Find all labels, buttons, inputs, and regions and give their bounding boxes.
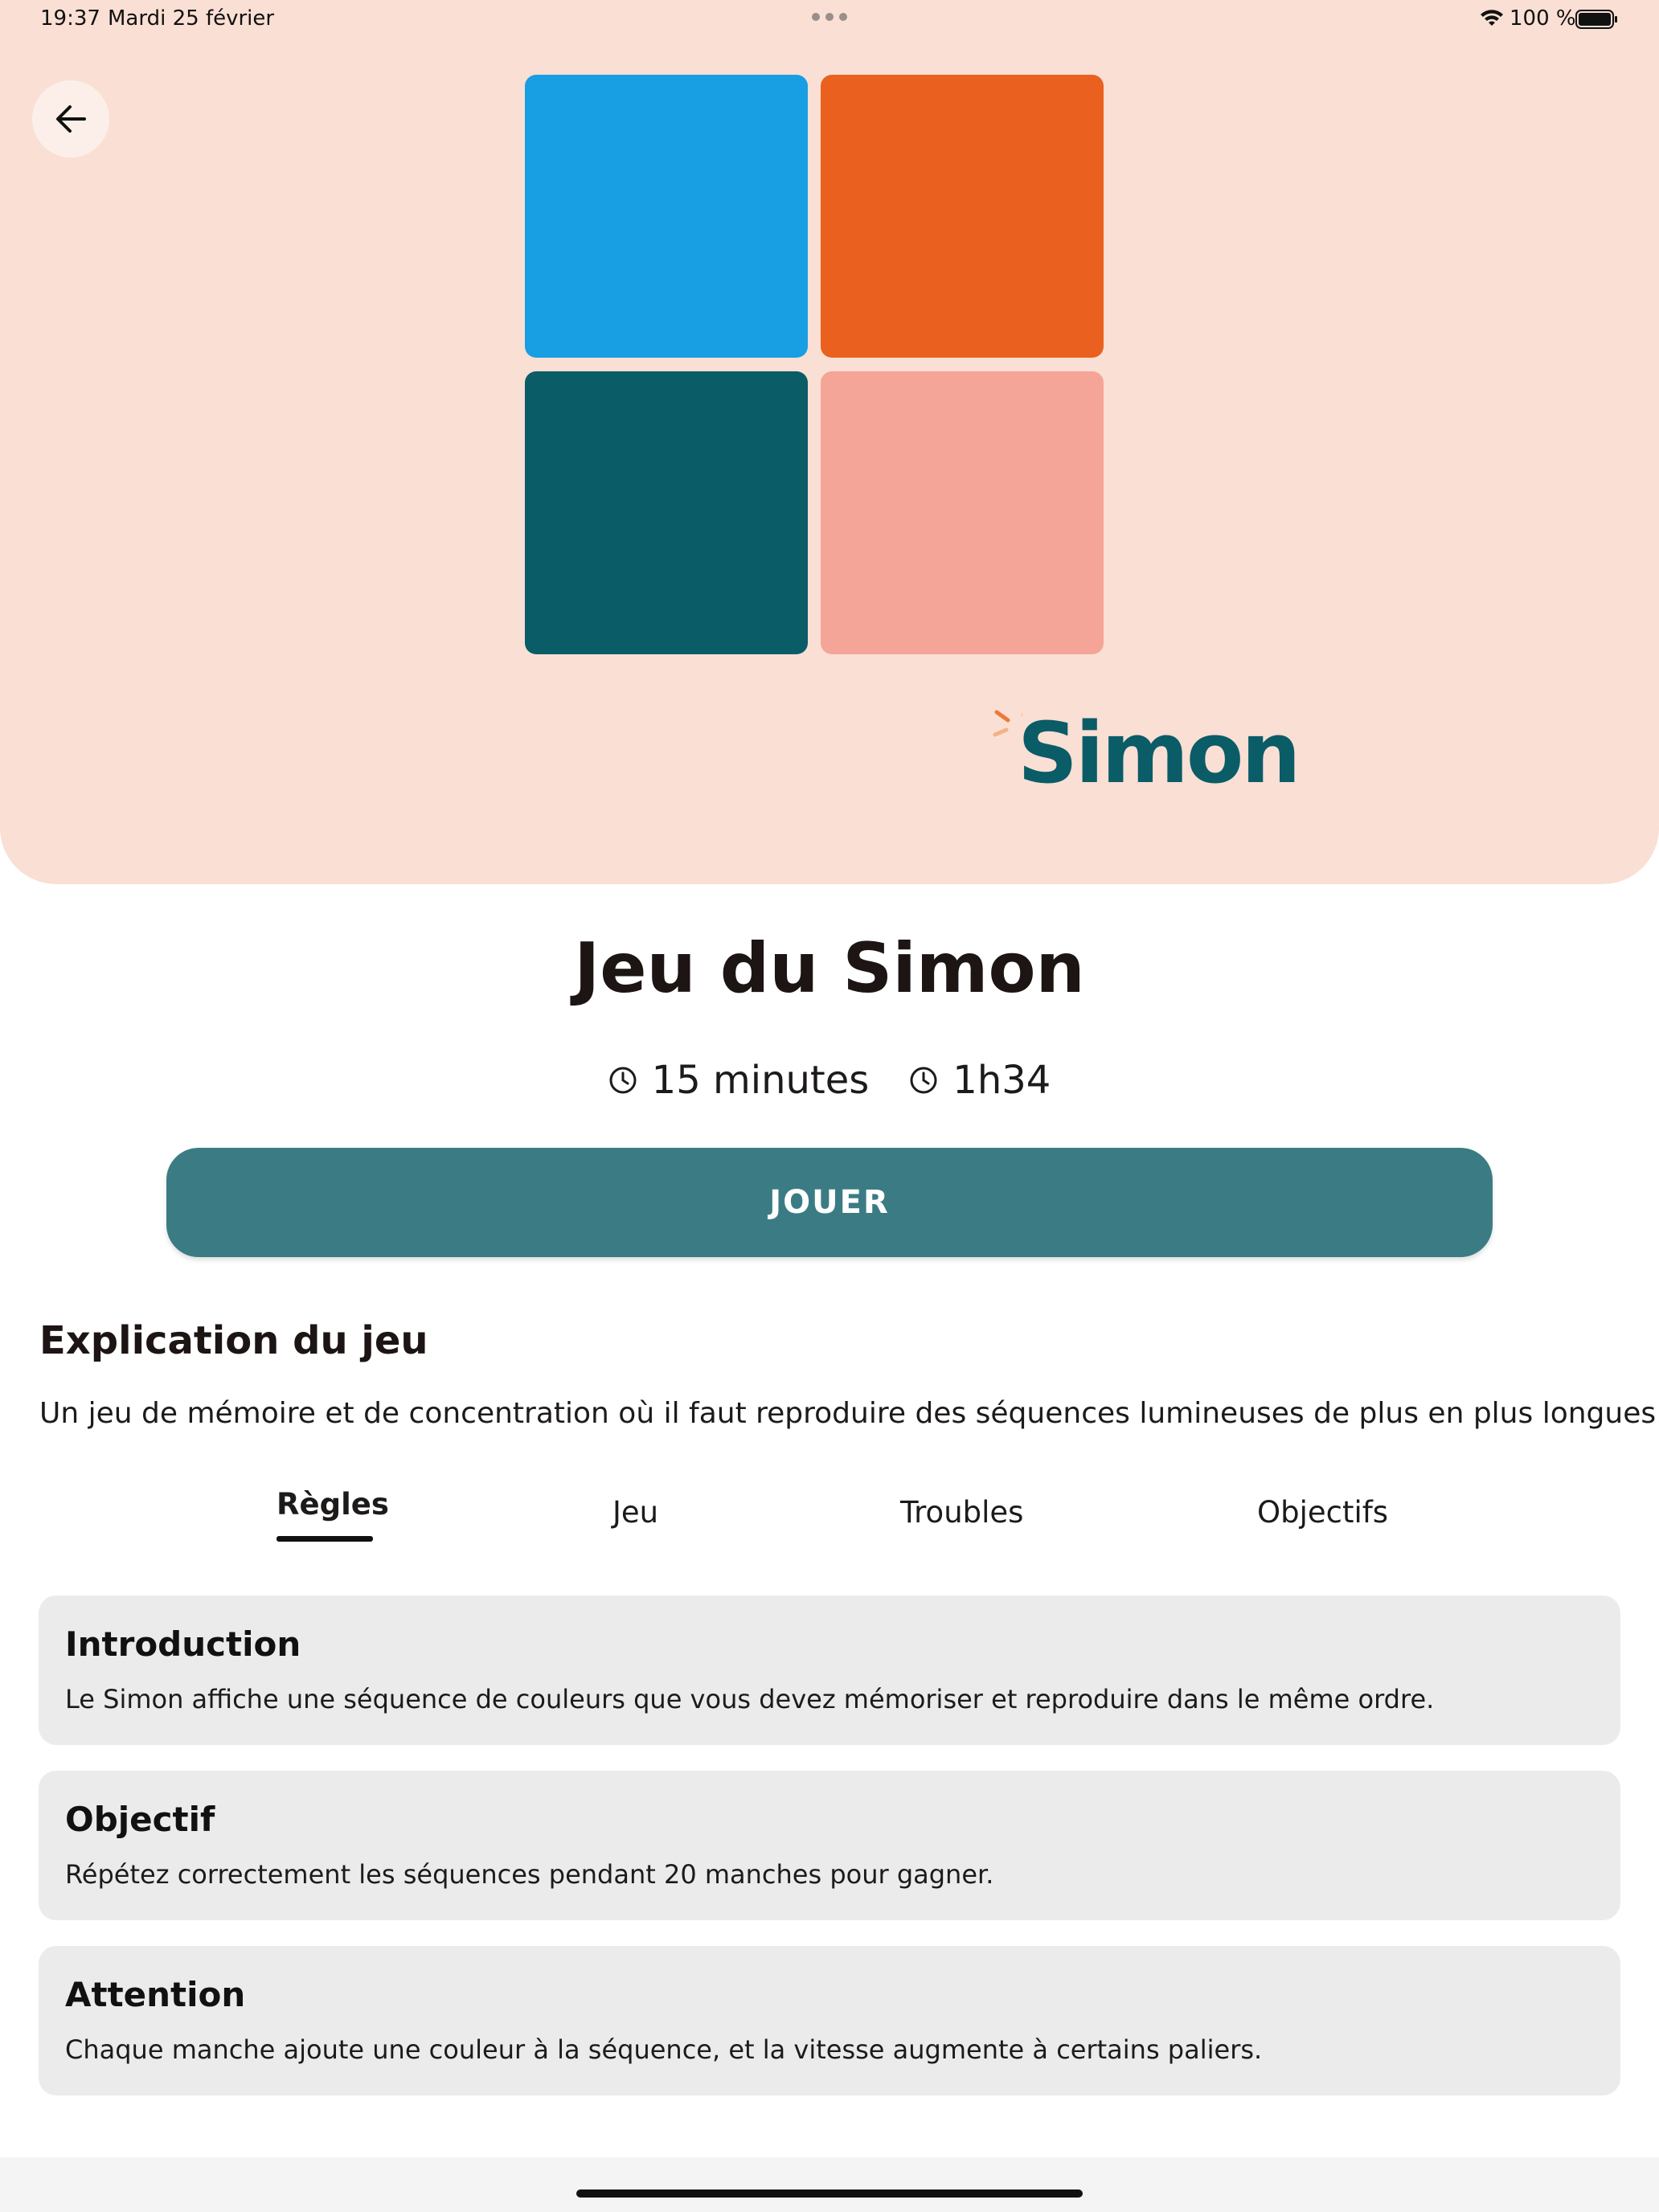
time-played-label: 1h34 [952,1058,1051,1103]
play-button[interactable]: JOUER [166,1148,1493,1257]
tab-selected-indicator [276,1536,373,1542]
time-played-info: 1h34 [909,1058,1051,1103]
rule-card-text: Le Simon affiche une séquence de couleur… [65,1684,1435,1714]
explanation-description: Un jeu de mémoire et de concentration où… [39,1397,1659,1430]
rule-card-attention: Attention Chaque manche ajoute une coule… [39,1946,1620,2095]
game-meta: 15 minutes 1h34 [0,1055,1659,1106]
duration-label: 15 minutes [651,1058,870,1103]
home-indicator[interactable] [576,2189,1083,2198]
tab-label: Règles [276,1487,389,1522]
multitasking-dots-icon[interactable] [812,13,847,21]
simon-tile-blue [525,75,808,358]
clock-icon [609,1067,637,1094]
clock-icon [910,1067,937,1094]
rule-card-text: Répétez correctement les séquences penda… [65,1859,994,1890]
simon-tile-teal [525,371,808,654]
tab-bar: Règles Jeu Troubles Objectifs [0,1487,1659,1567]
hero-banner: 19:37 Mardi 25 février 100 % Simon [0,0,1659,884]
rule-card-title: Introduction [65,1624,301,1664]
battery-icon [1575,10,1617,29]
simon-tile-pink [821,371,1104,654]
rule-card-title: Attention [65,1975,246,2014]
duration-info: 15 minutes [608,1058,870,1103]
rule-card-objectif: Objectif Répétez correctement les séquen… [39,1771,1620,1920]
battery-level: 100 % [1509,6,1576,31]
simon-logo: Simon [990,699,1301,804]
rule-card-title: Objectif [65,1800,215,1839]
explanation-heading: Explication du jeu [39,1318,428,1363]
rule-card-introduction: Introduction Le Simon affiche une séquen… [39,1596,1620,1745]
simon-tile-orange [821,75,1104,358]
page-title: Jeu du Simon [574,928,1085,1009]
back-button[interactable] [32,80,109,158]
status-time: 19:37 [40,6,100,31]
tab-objectifs[interactable]: Objectifs [1257,1495,1388,1530]
logo-wordmark: Simon [1018,704,1301,802]
wifi-icon [1481,10,1503,26]
tab-troubles[interactable]: Troubles [900,1495,1023,1530]
tab-jeu[interactable]: Jeu [612,1495,658,1530]
status-bar: 19:37 Mardi 25 février 100 % [0,0,1659,39]
status-date: Mardi 25 février [108,6,275,31]
rule-card-text: Chaque manche ajoute une couleur à la sé… [65,2034,1263,2065]
arrow-left-icon [56,105,86,133]
bottom-safe-area [0,2157,1659,2212]
tab-regles[interactable]: Règles [276,1487,389,1542]
